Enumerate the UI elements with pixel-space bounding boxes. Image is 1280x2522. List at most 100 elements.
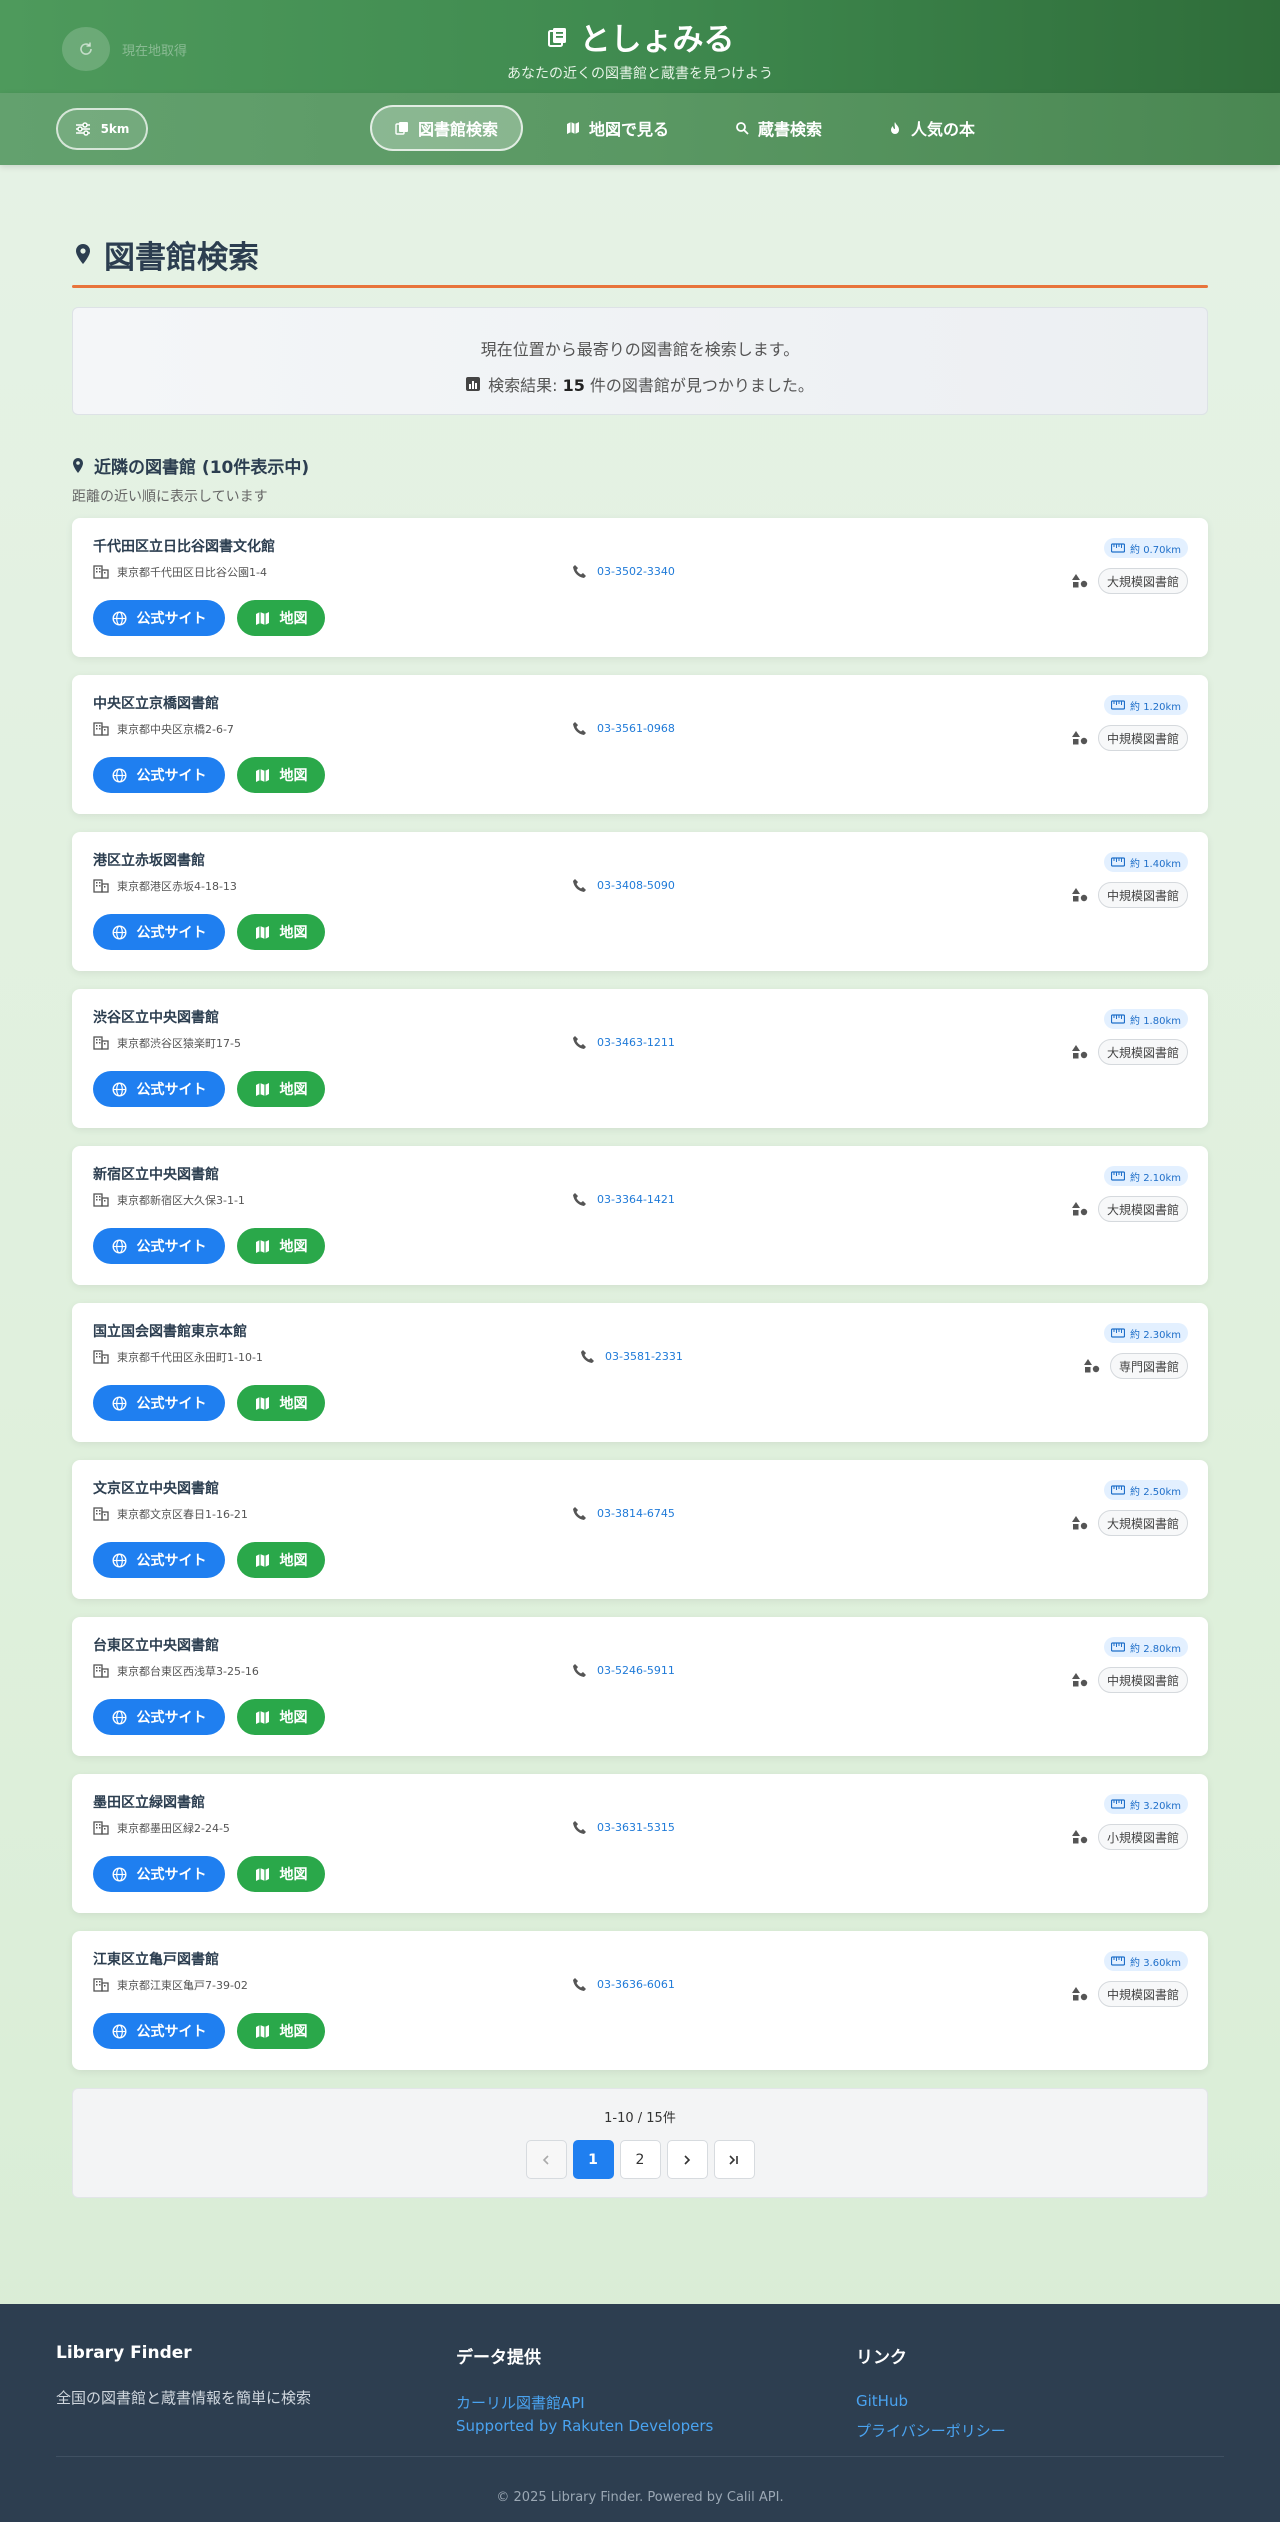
official-site-button[interactable]: 公式サイト <box>93 1071 225 1107</box>
building-icon <box>93 1036 109 1050</box>
last-page-button[interactable] <box>713 2140 755 2179</box>
official-site-button[interactable]: 公式サイト <box>93 757 225 793</box>
distance-badge: 約 2.80km <box>1104 1637 1188 1657</box>
library-name[interactable]: 台東区立中央図書館 <box>93 1635 219 1655</box>
library-phone-link[interactable]: 03-3561-0968 <box>597 722 675 735</box>
library-phone-link[interactable]: 03-3636-6061 <box>597 1978 675 1991</box>
library-name[interactable]: 国立国会図書館東京本館 <box>93 1321 247 1341</box>
phone-icon <box>573 1664 586 1677</box>
library-name[interactable]: 港区立赤坂図書館 <box>93 850 205 870</box>
map-button[interactable]: 地図 <box>237 1071 325 1107</box>
library-address-text: 東京都墨田区緑2-24-5 <box>117 1822 230 1835</box>
official-site-button[interactable]: 公式サイト <box>93 600 225 636</box>
distance-badge: 約 1.20km <box>1104 695 1188 715</box>
map-label: 地図 <box>279 768 308 784</box>
library-name[interactable]: 新宿区立中央図書館 <box>93 1164 219 1184</box>
library-name[interactable]: 千代田区立日比谷図書文化館 <box>93 536 275 556</box>
library-address-text: 東京都江東区亀戸7-39-02 <box>117 1979 248 1992</box>
next-page-button[interactable] <box>666 2140 708 2179</box>
library-address: 東京都中央区京橋2-6-7 <box>93 721 234 737</box>
official-site-button[interactable]: 公式サイト <box>93 1542 225 1578</box>
distance-filter-button[interactable]: 5km <box>56 108 148 150</box>
search-result-count: 検索結果: 15 件の図書館が見つかりました。 <box>466 372 814 396</box>
library-name[interactable]: 文京区立中央図書館 <box>93 1478 219 1498</box>
library-phone-link[interactable]: 03-3631-5315 <box>597 1821 675 1834</box>
ruler-icon <box>1111 1799 1126 1809</box>
distance-badge: 約 0.70km <box>1104 538 1188 558</box>
page-button-2[interactable]: 2 <box>619 2140 661 2179</box>
library-phone-link[interactable]: 03-3364-1421 <box>597 1193 675 1206</box>
library-phone-link[interactable]: 03-5246-5911 <box>597 1664 675 1677</box>
library-name[interactable]: 墨田区立緑図書館 <box>93 1792 205 1812</box>
shapes-icon <box>1071 1987 1088 2001</box>
official-site-label: 公式サイト <box>136 1867 207 1883</box>
library-card: 港区立赤坂図書館 東京都港区赤坂4-18-13 03-3408-5090 公式サ… <box>72 832 1208 971</box>
building-icon <box>93 1821 109 1835</box>
library-phone-link[interactable]: 03-3581-2331 <box>605 1350 683 1363</box>
library-address-text: 東京都渋谷区猿楽町17-5 <box>117 1037 241 1050</box>
distance-text: 約 2.10km <box>1130 1172 1181 1184</box>
building-icon <box>93 722 109 736</box>
map-button[interactable]: 地図 <box>237 757 325 793</box>
rakuten-link[interactable]: Supported by Rakuten Developers <box>456 2417 713 2435</box>
github-link[interactable]: GitHub <box>856 2392 1006 2410</box>
tab-map-view[interactable]: 地図で見る <box>543 105 692 151</box>
map-button[interactable]: 地図 <box>237 1385 325 1421</box>
map-button[interactable]: 地図 <box>237 2013 325 2049</box>
library-phone-link[interactable]: 03-3408-5090 <box>597 879 675 892</box>
brand: としょみる あなたの近くの図書館と蔵書を見つけよう <box>0 14 1280 83</box>
chevron-last-icon <box>729 2154 738 2165</box>
shapes-icon <box>1071 1516 1088 1530</box>
official-site-button[interactable]: 公式サイト <box>93 1699 225 1735</box>
library-actions: 公式サイト 地図 <box>93 1228 325 1264</box>
library-phone-link[interactable]: 03-3814-6745 <box>597 1507 675 1520</box>
pagination: 1-10 / 15件 1 2 <box>72 2088 1208 2198</box>
official-site-button[interactable]: 公式サイト <box>93 2013 225 2049</box>
official-site-button[interactable]: 公式サイト <box>93 1856 225 1892</box>
library-actions: 公式サイト 地図 <box>93 1699 325 1735</box>
app-subtitle: あなたの近くの図書館と蔵書を見つけよう <box>507 66 773 82</box>
library-address-text: 東京都文京区春日1-16-21 <box>117 1508 248 1521</box>
map-button[interactable]: 地図 <box>237 1228 325 1264</box>
category-badge: 中規模図書館 <box>1097 1981 1188 2007</box>
privacy-policy-link[interactable]: プライバシーポリシー <box>856 2420 1006 2441</box>
library-name[interactable]: 渋谷区立中央図書館 <box>93 1007 219 1027</box>
map-button[interactable]: 地図 <box>237 1542 325 1578</box>
app-title-text: としょみる <box>579 22 735 58</box>
category-badge: 大規模図書館 <box>1097 1039 1188 1065</box>
building-icon <box>93 1507 109 1521</box>
library-name[interactable]: 江東区立亀戸図書館 <box>93 1949 219 1969</box>
official-site-button[interactable]: 公式サイト <box>93 1228 225 1264</box>
tab-library-search[interactable]: 図書館検索 <box>370 105 524 151</box>
building-icon <box>93 1350 109 1364</box>
map-label: 地図 <box>279 925 308 941</box>
official-site-button[interactable]: 公式サイト <box>93 1385 225 1421</box>
app-title[interactable]: としょみる <box>546 14 735 59</box>
map-button[interactable]: 地図 <box>237 1699 325 1735</box>
map-button[interactable]: 地図 <box>237 914 325 950</box>
official-site-label: 公式サイト <box>136 1553 207 1569</box>
map-label: 地図 <box>279 1710 308 1726</box>
page-button-1[interactable]: 1 <box>572 2140 614 2179</box>
chevron-right-icon <box>684 2154 691 2165</box>
phone-icon <box>581 1350 594 1363</box>
footer-data-title: データ提供 <box>456 2348 541 2368</box>
library-card: 国立国会図書館東京本館 東京都千代田区永田町1-10-1 03-3581-233… <box>72 1303 1208 1442</box>
library-name[interactable]: 中央区立京橋図書館 <box>93 693 219 713</box>
tab-book-search[interactable]: 蔵書検索 <box>712 105 845 151</box>
calil-api-link[interactable]: カーリル図書館API <box>456 2392 713 2413</box>
ruler-icon <box>1111 1171 1126 1181</box>
prev-page-button[interactable] <box>525 2140 567 2179</box>
map-button[interactable]: 地図 <box>237 600 325 636</box>
official-site-button[interactable]: 公式サイト <box>93 914 225 950</box>
library-phone-link[interactable]: 03-3463-1211 <box>597 1036 675 1049</box>
map-icon <box>255 768 269 782</box>
copyright: © 2025 Library Finder. Powered by Calil … <box>496 2490 784 2505</box>
library-category: 中規模図書館 <box>1071 1981 1188 2007</box>
library-phone: 03-3814-6745 <box>572 1506 675 1521</box>
library-address-text: 東京都千代田区永田町1-10-1 <box>117 1351 263 1364</box>
library-phone-link[interactable]: 03-3502-3340 <box>597 565 675 578</box>
map-button[interactable]: 地図 <box>237 1856 325 1892</box>
tab-popular-books[interactable]: 人気の本 <box>865 105 998 151</box>
map-pin-icon <box>76 244 90 264</box>
